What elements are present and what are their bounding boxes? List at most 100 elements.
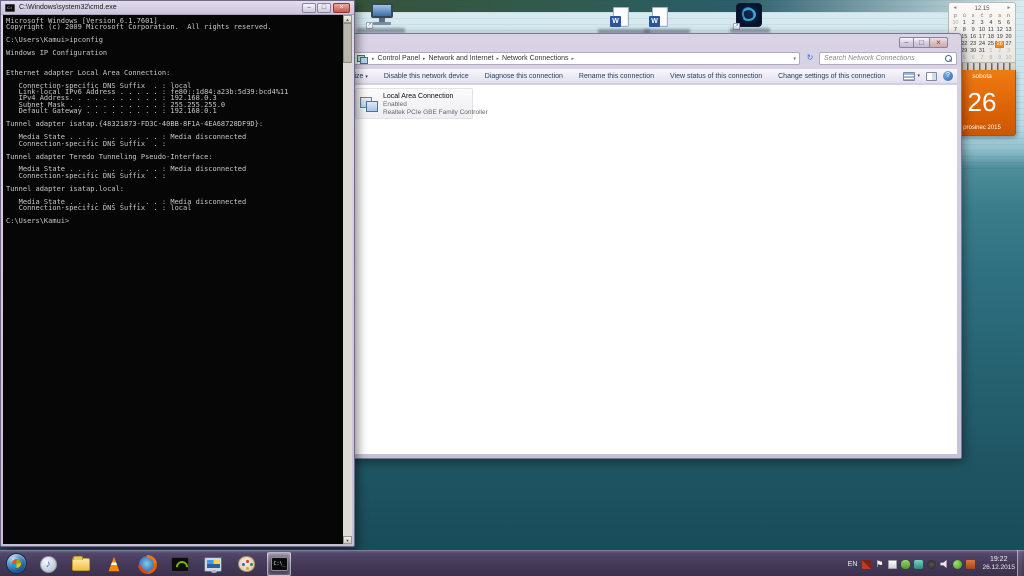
calendar-prev-month-icon[interactable] bbox=[951, 4, 959, 13]
calendar-date-cell[interactable]: 1 bbox=[986, 48, 995, 55]
search-box[interactable]: Search Network Connections bbox=[819, 52, 957, 65]
system-tray: EN 19:22 26.12.2015 bbox=[848, 551, 1015, 576]
calendar-date-cell[interactable]: 9 bbox=[969, 27, 978, 34]
calendar-date-cell[interactable]: 27 bbox=[1004, 41, 1013, 48]
address-bar[interactable]: Control Panel Network and Internet Netwo… bbox=[353, 52, 800, 65]
calendar-date-cell[interactable]: 6 bbox=[969, 55, 978, 62]
volume-icon[interactable] bbox=[940, 560, 949, 569]
network-connections-icon bbox=[357, 55, 366, 63]
calendar-date-cell[interactable]: 9 bbox=[995, 55, 1004, 62]
calendar-today-cell[interactable]: 26 bbox=[995, 41, 1004, 48]
calendar-date-cell[interactable]: 2 bbox=[995, 48, 1004, 55]
calendar-date-cell[interactable]: 7 bbox=[978, 55, 987, 62]
close-button[interactable] bbox=[929, 37, 948, 48]
scroll-down-icon[interactable] bbox=[343, 536, 352, 544]
calendar-date-cell[interactable]: 3 bbox=[978, 20, 987, 27]
tray-white-app-icon[interactable] bbox=[888, 560, 897, 569]
tray-red-app-icon[interactable] bbox=[862, 560, 871, 569]
calendar-date-cell[interactable]: 23 bbox=[969, 41, 978, 48]
calendar-date-cell[interactable]: 12 bbox=[995, 27, 1004, 34]
views-dropdown-icon[interactable] bbox=[917, 73, 920, 79]
show-desktop-button[interactable] bbox=[1017, 550, 1024, 576]
address-dropdown-icon[interactable] bbox=[789, 56, 796, 62]
calendar-date-cell[interactable]: 10 bbox=[1004, 55, 1013, 62]
tray-green-status-icon[interactable] bbox=[953, 560, 962, 569]
itunes-icon bbox=[40, 556, 57, 573]
calendar-date-cell[interactable]: 20 bbox=[1004, 34, 1013, 41]
desktop: 12.15 púsčpsn301234567891011121314151617… bbox=[0, 0, 1024, 576]
tray-orange-app-icon[interactable] bbox=[966, 560, 975, 569]
calendar-date-cell[interactable]: 18 bbox=[986, 34, 995, 41]
calendar-date-cell[interactable]: 30 bbox=[951, 20, 960, 27]
taskbar-command-prompt-active[interactable] bbox=[267, 552, 291, 576]
calendar-next-month-icon[interactable] bbox=[1005, 4, 1013, 13]
close-button[interactable] bbox=[333, 3, 350, 13]
maximize-button[interactable] bbox=[317, 3, 331, 13]
calendar-weekday: sobota bbox=[972, 73, 992, 80]
breadcrumb-network-connections[interactable]: Network Connections bbox=[502, 55, 569, 62]
taskbar-itunes[interactable] bbox=[36, 552, 60, 576]
scrollbar-thumb[interactable] bbox=[343, 23, 352, 63]
taskbar-clock[interactable]: 19:22 26.12.2015 bbox=[982, 556, 1015, 572]
calendar-date-cell[interactable]: 13 bbox=[1004, 27, 1013, 34]
calendar-date-cell[interactable]: 5 bbox=[995, 20, 1004, 27]
calendar-date-cell[interactable]: 31 bbox=[978, 48, 987, 55]
calendar-date-cell[interactable]: 17 bbox=[978, 34, 987, 41]
taskbar-windows-explorer[interactable] bbox=[69, 552, 93, 576]
calendar-date-cell[interactable]: 3 bbox=[1004, 48, 1013, 55]
calendar-date-cell[interactable]: 4 bbox=[986, 20, 995, 27]
calendar-date-cell[interactable]: 30 bbox=[969, 48, 978, 55]
help-icon[interactable] bbox=[943, 71, 953, 81]
minimize-button[interactable] bbox=[899, 37, 914, 48]
toolbar-change-settings[interactable]: Change settings of this connection bbox=[778, 73, 885, 80]
breadcrumb-control-panel[interactable]: Control Panel bbox=[378, 55, 420, 62]
calendar-date-cell[interactable]: 16 bbox=[969, 34, 978, 41]
computer-monitor-icon bbox=[371, 3, 393, 18]
taskbar-vlc[interactable] bbox=[102, 552, 126, 576]
toolbar-view-status[interactable]: View status of this connection bbox=[670, 73, 762, 80]
calendar-date-cell[interactable]: 1 bbox=[960, 20, 969, 27]
tray-teal-app-icon[interactable] bbox=[914, 560, 923, 569]
windows-flag-icon bbox=[12, 559, 21, 568]
tray-dark-app-icon[interactable] bbox=[927, 560, 936, 569]
toolbar-diagnose-connection[interactable]: Diagnose this connection bbox=[485, 73, 563, 80]
calendar-date-cell[interactable]: 8 bbox=[986, 55, 995, 62]
calendar-date-cell[interactable]: 2 bbox=[969, 20, 978, 27]
calendar-date-cell[interactable]: 24 bbox=[978, 41, 987, 48]
console-area[interactable]: Microsoft Windows [Version 6.1.7601] Cop… bbox=[3, 15, 352, 544]
desktop-icon-word-document-2[interactable] bbox=[649, 7, 669, 29]
views-toggle-icon[interactable] bbox=[903, 72, 915, 81]
taskbar-display-app[interactable] bbox=[201, 552, 225, 576]
connection-item-lan[interactable]: Local Area Connection Enabled Realtek PC… bbox=[355, 88, 473, 119]
minimize-button[interactable] bbox=[302, 3, 316, 13]
desktop-icon-computer[interactable] bbox=[368, 3, 396, 27]
calendar-date-cell[interactable]: 19 bbox=[995, 34, 1004, 41]
calendar-date-cell[interactable]: 6 bbox=[1004, 20, 1013, 27]
taskbar-firefox[interactable] bbox=[135, 552, 159, 576]
maximize-button[interactable] bbox=[914, 37, 929, 48]
search-icon[interactable] bbox=[944, 55, 952, 63]
connection-status: Enabled bbox=[383, 101, 469, 109]
breadcrumb-network-and-internet[interactable]: Network and Internet bbox=[428, 55, 493, 62]
desktop-icon-blue-app[interactable] bbox=[735, 3, 763, 28]
cmd-titlebar[interactable]: C:\Windows\system32\cmd.exe bbox=[1, 1, 354, 15]
taskbar-nvidia[interactable] bbox=[168, 552, 192, 576]
toolbar-rename-connection[interactable]: Rename this connection bbox=[579, 73, 654, 80]
calendar-date-cell[interactable]: 8 bbox=[960, 27, 969, 34]
calendar-month-label: 12.15 bbox=[974, 6, 989, 12]
preview-pane-icon[interactable] bbox=[926, 72, 937, 81]
desktop-icon-word-document-1[interactable] bbox=[610, 7, 630, 29]
language-indicator[interactable]: EN bbox=[848, 561, 858, 568]
action-center-flag-icon[interactable] bbox=[875, 560, 884, 569]
start-button[interactable] bbox=[6, 553, 27, 574]
calendar-date-cell[interactable]: 11 bbox=[986, 27, 995, 34]
toolbar-disable-device[interactable]: Disable this network device bbox=[384, 73, 469, 80]
console-scrollbar[interactable] bbox=[343, 15, 352, 544]
scroll-up-icon[interactable] bbox=[343, 15, 352, 23]
refresh-button[interactable] bbox=[803, 52, 817, 65]
chevron-down-icon: ▾ bbox=[365, 74, 368, 80]
calendar-date-cell[interactable]: 10 bbox=[978, 27, 987, 34]
tray-green-app-icon[interactable] bbox=[901, 560, 910, 569]
taskbar-paint[interactable] bbox=[234, 552, 258, 576]
calendar-date-cell[interactable]: 25 bbox=[986, 41, 995, 48]
